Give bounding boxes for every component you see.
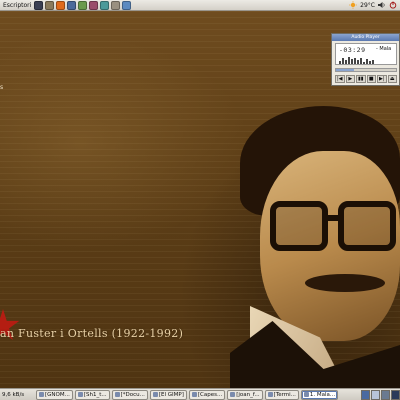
taskbar-button[interactable]: [Sh1_t... — [74, 389, 110, 400]
visualizer-bar — [372, 60, 374, 64]
taskbar-button[interactable]: [*Docu... — [111, 389, 148, 400]
taskbar-label: [Sh1_t... — [83, 391, 107, 398]
audio-seek-fill — [336, 69, 354, 71]
app-icon[interactable] — [78, 0, 88, 10]
taskbar-label: [joan_f... — [236, 391, 260, 398]
visualizer-bar — [369, 61, 371, 64]
visualizer-bar — [348, 57, 350, 64]
window-icon — [152, 392, 158, 397]
window-icon — [303, 392, 309, 397]
window-icon — [77, 392, 83, 397]
visualizer-bar — [345, 60, 347, 64]
workspace-switcher — [360, 389, 400, 400]
visualizer-bar — [339, 61, 341, 64]
audio-visualizer — [339, 56, 375, 64]
glasses-lens-right — [338, 201, 396, 251]
workspace-button[interactable] — [371, 389, 380, 400]
window-icon — [114, 392, 120, 397]
top-panel: Escriptori 29°C — [0, 0, 400, 11]
portrait-glasses — [270, 201, 400, 256]
workspace-button[interactable] — [391, 389, 400, 400]
play-icon[interactable]: ▶ — [345, 75, 355, 83]
desktop-menu[interactable]: Escriptori — [0, 2, 34, 9]
taskbar-button[interactable]: 1. Mala... — [300, 389, 339, 400]
desktop-icon-label[interactable]: s — [0, 84, 3, 91]
app-icon[interactable] — [89, 0, 99, 10]
taskbar-label: [El GIMP] — [158, 391, 184, 398]
audio-player-title[interactable]: Audio Player — [332, 34, 399, 41]
workspace-button[interactable] — [381, 389, 390, 400]
app-icon[interactable] — [111, 0, 121, 10]
pause-icon[interactable]: ▮▮ — [356, 75, 366, 83]
task-list: [GNOM... [Sh1_t... [*Docu... [El GIMP] [Cape… — [36, 389, 360, 400]
taskbar-button[interactable]: [joan_f... — [227, 389, 263, 400]
workspace-button[interactable] — [361, 389, 370, 400]
weather-icon[interactable] — [349, 1, 358, 9]
taskbar-button[interactable]: [El GIMP] — [149, 389, 187, 400]
visualizer-bar — [363, 62, 365, 64]
network-speed: 9,6 kB/s — [2, 391, 25, 398]
window-icon — [230, 392, 236, 397]
visualizer-bar — [357, 60, 359, 64]
app-icon[interactable] — [67, 0, 77, 10]
taskbar-button[interactable]: [Termi... — [264, 389, 299, 400]
wallpaper-caption: an Fuster i Ortells (1922-1992) — [0, 327, 184, 340]
taskbar-label: [Capes... — [197, 391, 223, 398]
window-icon — [39, 392, 44, 397]
taskbar-button[interactable]: [Capes... — [188, 389, 226, 400]
taskbar-label: [GNOM... — [45, 391, 70, 398]
launcher-bar — [34, 0, 133, 10]
firefox-icon[interactable] — [56, 0, 66, 10]
power-icon[interactable] — [389, 1, 397, 9]
visualizer-bar — [354, 58, 356, 64]
visualizer-bar — [351, 59, 353, 64]
volume-icon[interactable] — [378, 1, 386, 9]
visualizer-bar — [366, 59, 368, 64]
audio-display: -03:29 - Mala — [335, 43, 397, 65]
taskbar-label: [*Docu... — [120, 391, 145, 398]
app-icon[interactable] — [122, 0, 132, 10]
portrait-photo — [230, 106, 400, 388]
audio-track-title: - Mala — [376, 46, 392, 52]
next-icon[interactable]: ▶| — [377, 75, 387, 83]
gimp-icon[interactable] — [45, 0, 55, 10]
taskbar-button[interactable]: [GNOM... — [36, 389, 73, 400]
taskbar-label: [Termi... — [273, 391, 296, 398]
visualizer-bar — [342, 58, 344, 64]
window-icon — [267, 392, 273, 397]
eject-icon[interactable]: ⏏ — [387, 75, 397, 83]
app-icon[interactable] — [100, 0, 110, 10]
temperature-label: 29°C — [360, 1, 375, 9]
glasses-lens-left — [270, 201, 328, 251]
terminal-icon[interactable] — [34, 0, 44, 10]
audio-seek-bar[interactable] — [335, 68, 397, 72]
audio-player-window[interactable]: Audio Player -03:29 - Mala |◀ ▶ ▮▮ ■ ▶| ⏏ — [331, 33, 400, 86]
bottom-panel: 9,6 kB/s [GNOM... [Sh1_t... [*Docu... [El G… — [0, 388, 400, 400]
portrait-moustache — [305, 274, 385, 292]
window-icon — [191, 392, 197, 397]
audio-time[interactable]: -03:29 — [339, 46, 365, 54]
visualizer-bar — [360, 58, 362, 64]
stop-icon[interactable]: ■ — [366, 75, 376, 83]
audio-controls: |◀ ▶ ▮▮ ■ ▶| ⏏ — [335, 75, 397, 83]
prev-icon[interactable]: |◀ — [335, 75, 345, 83]
taskbar-label: 1. Mala... — [309, 391, 336, 398]
